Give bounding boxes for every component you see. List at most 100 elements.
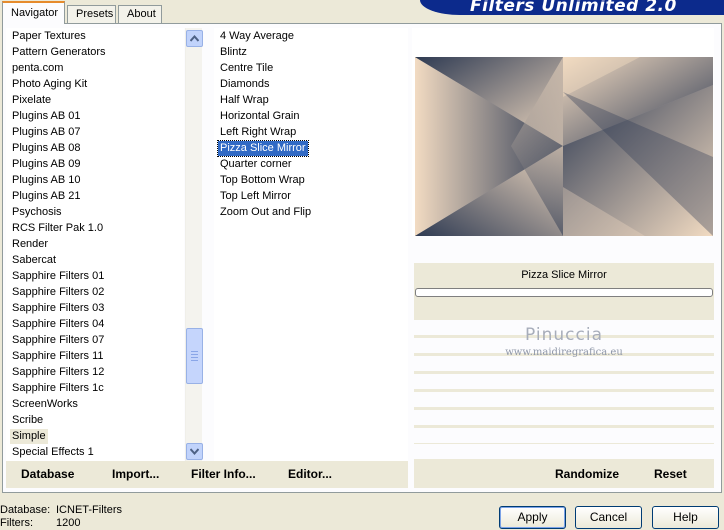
editor-button[interactable]: Editor... <box>288 467 332 481</box>
filter-item[interactable]: Pizza Slice Mirror <box>214 140 408 157</box>
category-item-label: Photo Aging Kit <box>12 78 88 90</box>
filters-label: Filters: <box>0 517 33 529</box>
filter-item-label: Left Right Wrap <box>220 126 297 138</box>
filter-item-label: Quarter corner <box>220 158 292 170</box>
category-item-label: Plugins AB 07 <box>12 126 81 138</box>
category-item[interactable]: Plugins AB 10 <box>6 172 184 188</box>
category-item[interactable]: Sapphire Filters 02 <box>6 284 184 300</box>
category-item[interactable]: Photo Aging Kit <box>6 76 184 92</box>
category-item[interactable]: Sapphire Filters 11 <box>6 348 184 364</box>
parameter-toolbar: Randomize Reset <box>414 461 714 488</box>
filter-list[interactable]: 4 Way Average Blintz Centre Tile Diamonds Ha… <box>214 28 408 462</box>
category-item-label: Sapphire Filters 12 <box>12 366 105 378</box>
filter-item[interactable]: 4 Way Average <box>214 28 408 44</box>
tab-about[interactable]: About <box>118 5 162 24</box>
filter-item[interactable]: Quarter corner <box>214 156 408 172</box>
category-item[interactable]: Plugins AB 07 <box>6 124 184 140</box>
category-item[interactable]: Psychosis <box>6 204 184 220</box>
category-item-label: Sapphire Filters 11 <box>12 350 104 362</box>
category-item[interactable]: ScreenWorks <box>6 396 184 412</box>
category-item-label: Sabercat <box>12 254 57 266</box>
category-list[interactable]: Paper Textures Pattern Generators penta.co… <box>6 28 184 462</box>
category-item[interactable]: Simple <box>6 428 184 444</box>
category-item-label: penta.com <box>12 62 64 74</box>
category-item-label: Render <box>12 238 49 250</box>
randomize-button[interactable]: Randomize <box>555 467 619 481</box>
category-item-label: Sapphire Filters 1c <box>12 382 104 394</box>
category-item-label: Plugins AB 10 <box>12 174 81 186</box>
category-item[interactable]: penta.com <box>6 60 184 76</box>
filters-count: 1200 <box>56 517 81 529</box>
category-item-label: Plugins AB 09 <box>12 158 81 170</box>
filter-info-button[interactable]: Filter Info... <box>191 467 256 481</box>
category-item-label: Sapphire Filters 01 <box>12 270 105 282</box>
filter-item-label: 4 Way Average <box>220 30 294 42</box>
status-info: Database: ICNET-Filters Filters: 1200 <box>0 504 122 530</box>
filter-item[interactable]: Blintz <box>214 44 408 60</box>
category-item[interactable]: RCS Filter Pak 1.0 <box>6 220 184 236</box>
category-item-label: Plugins AB 08 <box>12 142 81 154</box>
category-item-label: Psychosis <box>12 206 62 218</box>
cancel-button[interactable]: Cancel <box>575 506 642 529</box>
category-item[interactable]: Pixelate <box>6 92 184 108</box>
filter-item[interactable]: Horizontal Grain <box>214 108 408 124</box>
filter-item[interactable]: Half Wrap <box>214 92 408 108</box>
tab-navigator[interactable]: Navigator <box>2 1 65 24</box>
category-item[interactable]: Sapphire Filters 03 <box>6 300 184 316</box>
category-item-label: Pattern Generators <box>12 46 106 58</box>
database-label: Database: <box>0 504 51 516</box>
filter-item[interactable]: Top Bottom Wrap <box>214 172 408 188</box>
category-item[interactable]: Sapphire Filters 12 <box>6 364 184 380</box>
scroll-down-button[interactable] <box>186 443 203 460</box>
chevron-down-icon <box>190 448 199 455</box>
category-item[interactable]: Sapphire Filters 04 <box>6 316 184 332</box>
category-item-label: RCS Filter Pak 1.0 <box>12 222 104 234</box>
scroll-up-button[interactable] <box>186 30 203 47</box>
category-item[interactable]: Plugins AB 01 <box>6 108 184 124</box>
filter-item-label: Top Left Mirror <box>220 190 291 202</box>
category-item-label: Scribe <box>12 414 44 426</box>
parameter-slot <box>414 356 714 371</box>
filter-item-label: Centre Tile <box>220 62 274 74</box>
filter-item-label: Blintz <box>220 46 247 58</box>
import-button[interactable]: Import... <box>112 467 159 481</box>
watermark-name: Pinuccia <box>525 325 603 345</box>
category-item[interactable]: Sapphire Filters 07 <box>6 332 184 348</box>
filter-preview-image <box>415 57 713 236</box>
current-filter-label: Pizza Slice Mirror <box>414 263 714 287</box>
filter-item[interactable]: Diamonds <box>214 76 408 92</box>
category-item-label: Sapphire Filters 04 <box>12 318 105 330</box>
filter-item-label: Horizontal Grain <box>220 110 300 122</box>
category-item-label: Sapphire Filters 03 <box>12 302 105 314</box>
filter-item[interactable]: Centre Tile <box>214 60 408 76</box>
help-button[interactable]: Help <box>652 506 719 529</box>
category-item[interactable]: Sapphire Filters 1c <box>6 380 184 396</box>
category-item[interactable]: Plugins AB 08 <box>6 140 184 156</box>
reset-button[interactable]: Reset <box>654 467 687 481</box>
scroll-thumb[interactable] <box>186 328 203 384</box>
category-item-label: Plugins AB 21 <box>12 190 81 202</box>
category-item[interactable]: Scribe <box>6 412 184 428</box>
category-item[interactable]: Sapphire Filters 01 <box>6 268 184 284</box>
apply-button[interactable]: Apply <box>499 506 566 529</box>
category-item[interactable]: Paper Textures <box>6 28 184 44</box>
filter-item-label: Top Bottom Wrap <box>220 174 305 186</box>
filter-item[interactable]: Zoom Out and Flip <box>214 204 408 220</box>
database-button[interactable]: Database <box>21 467 74 481</box>
category-item[interactable]: Render <box>6 236 184 252</box>
filter-item-label: Pizza Slice Mirror <box>217 140 309 157</box>
category-item[interactable]: Plugins AB 09 <box>6 156 184 172</box>
filter-item[interactable]: Left Right Wrap <box>214 124 408 140</box>
category-item[interactable]: Special Effects 1 <box>6 444 184 460</box>
category-scrollbar[interactable] <box>185 28 203 462</box>
category-item[interactable]: Sabercat <box>6 252 184 268</box>
category-item[interactable]: Plugins AB 21 <box>6 188 184 204</box>
category-item[interactable]: Pattern Generators <box>6 44 184 60</box>
category-item-label: Sapphire Filters 07 <box>12 334 105 346</box>
database-value: ICNET-Filters <box>56 504 122 516</box>
category-item-label: ScreenWorks <box>12 398 78 410</box>
tab-strip: Navigator Presets About <box>0 0 420 24</box>
tab-presets[interactable]: Presets <box>67 5 116 24</box>
filter-item[interactable]: Top Left Mirror <box>214 188 408 204</box>
category-item-label: Plugins AB 01 <box>12 110 81 122</box>
